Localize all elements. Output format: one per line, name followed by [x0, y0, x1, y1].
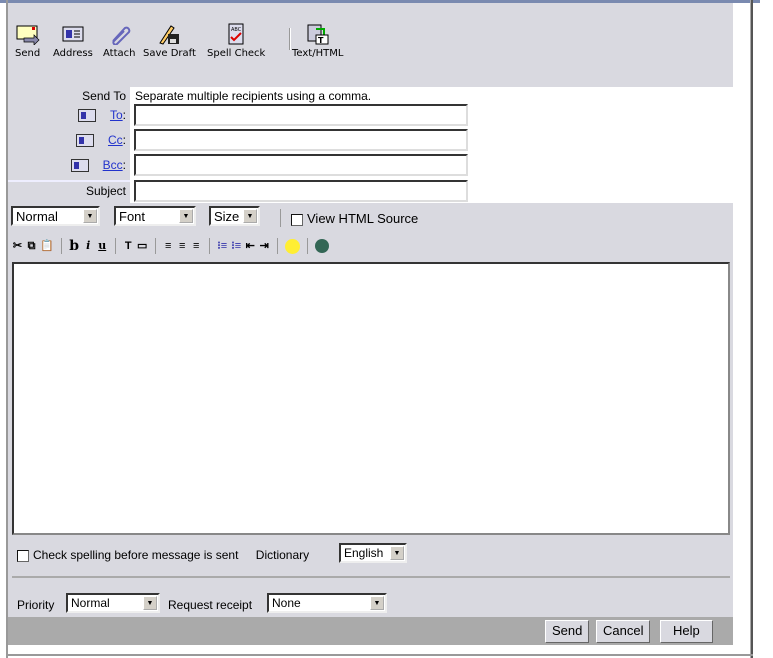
address-book-icon — [62, 26, 84, 42]
check-spelling-label: Check spelling before message is sent — [33, 548, 239, 562]
bcc-link[interactable]: Bcc — [103, 158, 123, 172]
address-toolbar-button[interactable]: Address — [53, 23, 93, 59]
view-html-source-label: View HTML Source — [307, 211, 419, 226]
svg-text:ABC: ABC — [231, 27, 242, 33]
attach-toolbar-button[interactable]: Attach — [103, 23, 135, 59]
chevron-down-icon: ▼ — [83, 209, 97, 223]
action-bar: Send Cancel Help — [8, 617, 733, 645]
smiley-icon[interactable] — [284, 238, 300, 254]
view-html-source-checkbox[interactable] — [291, 213, 303, 226]
align-center-icon[interactable]: ≡ — [177, 239, 188, 253]
copy-icon[interactable]: ⧉ — [26, 239, 37, 253]
subject-input[interactable] — [134, 180, 468, 202]
window-right-border — [750, 0, 753, 658]
help-button[interactable]: Help — [660, 620, 713, 643]
priority-select[interactable]: Normal ▼ — [66, 593, 160, 613]
save-draft-toolbar-button[interactable]: Save Draft — [143, 23, 196, 59]
compose-toolbar: Send Address Attach Save Draft ABC Spell… — [8, 3, 733, 87]
editor-area: Normal ▼ Font ▼ Size ▼ View HTML Source ✂ ⧉… — [8, 203, 733, 617]
align-right-icon[interactable]: ≡ — [191, 239, 202, 253]
dictionary-label: Dictionary — [255, 548, 310, 562]
chevron-down-icon: ▼ — [179, 209, 193, 223]
paste-icon[interactable]: 📋 — [40, 239, 54, 253]
align-left-icon[interactable]: ≡ — [163, 239, 174, 253]
send-button[interactable]: Send — [545, 620, 590, 643]
cut-icon[interactable]: ✂ — [12, 239, 23, 253]
size-select[interactable]: Size ▼ — [209, 206, 260, 226]
send-icon — [16, 25, 40, 45]
font-select[interactable]: Font ▼ — [114, 206, 196, 226]
cancel-button[interactable]: Cancel — [596, 620, 651, 643]
bulleted-list-icon[interactable]: ⁝≡ — [231, 239, 242, 253]
dictionary-select[interactable]: English ▼ — [339, 543, 407, 563]
recipients-hint: Separate multiple recipients using a com… — [135, 89, 372, 103]
outdent-icon[interactable]: ⇤ — [245, 239, 256, 253]
text-color-icon[interactable]: T — [123, 239, 134, 253]
insert-link-globe-icon[interactable] — [314, 239, 329, 253]
check-spelling-checkbox[interactable] — [17, 549, 29, 562]
chevron-down-icon: ▼ — [370, 596, 384, 610]
window-bottom-border — [6, 654, 753, 656]
subject-label-cell: Subject — [8, 180, 130, 203]
send-to-label: Send To — [82, 89, 126, 103]
cc-address-book-icon[interactable] — [75, 134, 94, 148]
spell-check-icon: ABC — [228, 23, 244, 45]
text-html-icon: T — [307, 24, 329, 45]
chevron-down-icon: ▼ — [390, 546, 404, 560]
subject-label: Subject — [85, 184, 126, 198]
bcc-input[interactable] — [134, 154, 468, 176]
bold-icon[interactable]: b — [69, 239, 80, 253]
to-address-book-icon[interactable] — [77, 109, 96, 123]
to-link[interactable]: To — [110, 108, 123, 122]
style-select[interactable]: Normal ▼ — [11, 206, 100, 226]
chevron-down-icon: ▼ — [143, 596, 157, 610]
request-receipt-label: Request receipt — [168, 598, 253, 612]
bcc-address-book-icon[interactable] — [70, 159, 89, 173]
cc-link[interactable]: Cc — [108, 133, 123, 147]
format-toolbar: ✂ ⧉ 📋 b i u T ▭ ≡ ≡ ≡ ⁝≡ ⁝≡ ⇤ ⇥ — [12, 237, 329, 255]
background-color-icon[interactable]: ▭ — [137, 239, 148, 253]
request-receipt-select[interactable]: None ▼ — [267, 593, 387, 613]
cc-input[interactable] — [134, 129, 468, 151]
spell-check-toolbar-button[interactable]: ABC Spell Check — [207, 23, 265, 59]
italic-icon[interactable]: i — [83, 239, 94, 253]
message-body-editor[interactable] — [12, 262, 730, 535]
save-draft-icon — [159, 25, 180, 45]
paperclip-icon — [112, 26, 131, 45]
recipient-labels: Send To To: Cc: Bcc: — [8, 87, 130, 180]
svg-text:T: T — [318, 36, 324, 45]
divider — [12, 576, 730, 578]
text-html-toolbar-button[interactable]: T Text/HTML — [292, 23, 343, 59]
to-input[interactable] — [134, 104, 468, 126]
numbered-list-icon[interactable]: ⁝≡ — [217, 239, 228, 253]
indent-icon[interactable]: ⇥ — [259, 239, 270, 253]
send-toolbar-button[interactable]: Send — [15, 23, 40, 59]
priority-label: Priority — [17, 598, 55, 612]
underline-icon[interactable]: u — [97, 239, 108, 253]
chevron-down-icon: ▼ — [243, 209, 257, 223]
toolbar-separator — [289, 28, 291, 50]
